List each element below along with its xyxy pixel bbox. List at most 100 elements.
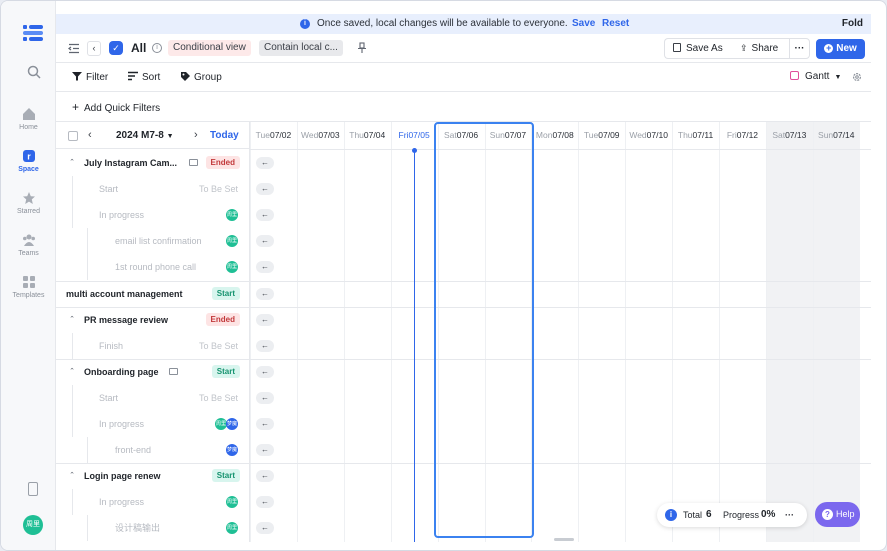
horizontal-scroll-handle[interactable] — [554, 538, 574, 541]
share-button[interactable]: ⇪ Share — [732, 38, 789, 59]
today-button[interactable]: Today — [210, 130, 239, 141]
templates-icon — [22, 276, 35, 288]
prev-period-button[interactable]: ‹ — [88, 129, 92, 141]
status-badge[interactable]: Ended — [205, 156, 240, 169]
status-badge[interactable]: Ended — [205, 312, 240, 326]
task-row[interactable]: In progress 周里 — [56, 202, 250, 229]
search-icon[interactable] — [27, 65, 41, 79]
day-column — [765, 122, 813, 542]
pin-icon[interactable] — [357, 42, 367, 54]
comment-icon[interactable] — [169, 367, 178, 375]
help-button[interactable]: ? Help — [815, 502, 860, 527]
conditional-view-chip[interactable]: Conditional view — [168, 40, 251, 56]
nav-templates[interactable]: Templates — [1, 275, 56, 299]
banner-reset-link[interactable]: Reset — [602, 14, 629, 34]
collapse-caret-icon[interactable]: ⌃ — [67, 315, 77, 325]
next-period-button[interactable]: › — [194, 129, 198, 141]
nav-home[interactable]: Home — [1, 107, 56, 131]
local-changes-chip[interactable]: Contain local c... — [259, 40, 343, 56]
banner-save-link[interactable]: Save — [572, 14, 595, 34]
add-quick-filters-button[interactable]: + Add Quick Filters — [72, 101, 160, 115]
scroll-to-task-button[interactable]: ← — [256, 470, 274, 483]
sort-button[interactable]: Sort — [128, 71, 160, 84]
task-row[interactable]: In progress 周里 梦魔 — [56, 411, 250, 437]
view-name[interactable]: All — [131, 40, 146, 57]
assignee-avatar[interactable]: 周里 — [226, 209, 238, 222]
collapse-sidebar-icon[interactable] — [68, 43, 80, 54]
task-row[interactable]: ⌃ Login page renew Start — [56, 463, 250, 489]
more-options-button[interactable]: ··· — [789, 38, 810, 59]
scroll-to-task-button[interactable]: ← — [256, 365, 274, 378]
day-of-week: Sat — [772, 130, 786, 140]
scroll-to-task-button[interactable]: ← — [256, 522, 274, 535]
comment-icon[interactable] — [189, 159, 198, 166]
scroll-to-task-button[interactable]: ← — [256, 209, 274, 222]
task-name: Start — [99, 184, 119, 195]
app-logo-icon[interactable] — [23, 23, 45, 43]
select-all-checkbox[interactable] — [68, 131, 78, 141]
scroll-to-task-button[interactable]: ← — [256, 496, 274, 509]
task-row[interactable]: multi account management Start — [56, 281, 250, 307]
nav-starred[interactable]: Starred — [1, 191, 56, 215]
scroll-to-task-button[interactable]: ← — [256, 339, 274, 352]
nav-space[interactable]: r Space — [1, 149, 56, 173]
gantt-icon — [790, 71, 799, 80]
save-as-button[interactable]: Save As — [664, 38, 732, 59]
filter-button[interactable]: Filter — [72, 71, 108, 84]
assignee-avatar[interactable]: 周里 — [226, 261, 238, 274]
task-row[interactable]: ⌃ Onboarding page Start — [56, 359, 250, 385]
status-badge[interactable]: Start — [211, 364, 240, 378]
scroll-to-task-button[interactable]: ← — [256, 235, 274, 248]
day-date: 07/05 — [408, 130, 430, 140]
scroll-to-task-button[interactable]: ← — [256, 287, 274, 300]
task-name: In progress — [99, 419, 145, 429]
assignee-avatar[interactable]: 周里 — [226, 235, 238, 248]
collapse-caret-icon[interactable]: ⌃ — [67, 158, 77, 168]
scroll-to-task-button[interactable]: ← — [256, 313, 274, 326]
scroll-to-task-button[interactable]: ← — [256, 444, 274, 457]
scroll-to-task-button[interactable]: ← — [256, 391, 274, 404]
assignee-to-be-set[interactable]: To Be Set — [199, 333, 238, 359]
view-type-select[interactable]: Gantt ▼ — [790, 71, 841, 84]
period-selector[interactable]: 2024 M7-8 ▼ — [116, 130, 174, 141]
view-info-icon[interactable]: i — [152, 43, 162, 53]
mobile-device-icon[interactable] — [28, 482, 38, 496]
task-row[interactable]: Start To Be Set — [56, 384, 250, 411]
assignee-avatar[interactable]: 周里 — [226, 522, 238, 535]
assignee-to-be-set[interactable]: To Be Set — [199, 385, 238, 411]
scroll-to-task-button[interactable]: ← — [256, 157, 274, 169]
task-row[interactable]: ⌃ PR message review Ended — [56, 307, 250, 333]
scroll-to-task-button[interactable]: ← — [256, 183, 274, 196]
plus-icon: + — [72, 100, 80, 114]
banner-fold-link[interactable]: Fold — [842, 14, 863, 34]
status-badge[interactable]: Start — [211, 469, 240, 483]
nav-teams[interactable]: Teams — [1, 233, 56, 257]
group-button[interactable]: Group — [180, 71, 222, 84]
task-row[interactable]: In progress 周里 — [56, 489, 250, 516]
new-button[interactable]: + New — [816, 39, 865, 59]
settings-gear-icon[interactable] — [852, 72, 862, 82]
summary-more-button[interactable]: ··· — [785, 503, 794, 527]
assignee-avatar[interactable]: 周里 — [226, 496, 238, 509]
task-row[interactable]: 1st round phone call 周里 — [56, 254, 250, 281]
task-row[interactable]: front-end 梦魔 — [56, 437, 250, 464]
assignee-avatar[interactable]: 梦魔 — [226, 444, 238, 457]
assignee-to-be-set[interactable]: To Be Set — [199, 176, 238, 202]
task-name: front-end — [115, 445, 152, 456]
task-row[interactable]: 设计稿输出 周里 — [56, 515, 250, 542]
assignee-avatar[interactable]: 梦魔 — [226, 418, 238, 430]
collapse-caret-icon[interactable]: ⌃ — [67, 367, 77, 377]
task-row[interactable]: email list confirmation 周里 — [56, 228, 250, 255]
scroll-to-task-button[interactable]: ← — [256, 261, 274, 274]
summary-info-icon[interactable]: i — [665, 509, 677, 521]
gantt-chart: Tue07/02 Wed07/03 Thu07/04 Fri07/05 Sat07/06… — [250, 122, 871, 542]
tree-guide-line — [87, 254, 88, 281]
collapse-caret-icon[interactable]: ⌃ — [67, 471, 77, 481]
task-row[interactable]: Finish To Be Set — [56, 332, 250, 359]
scroll-to-task-button[interactable]: ← — [256, 418, 274, 430]
back-button[interactable]: ‹ — [87, 41, 101, 56]
user-avatar[interactable]: 周里 — [23, 515, 43, 535]
task-row[interactable]: ⌃ July Instagram Cam... Ended — [56, 150, 250, 176]
task-row[interactable]: Start To Be Set — [56, 176, 250, 203]
status-badge[interactable]: Start — [211, 286, 240, 300]
